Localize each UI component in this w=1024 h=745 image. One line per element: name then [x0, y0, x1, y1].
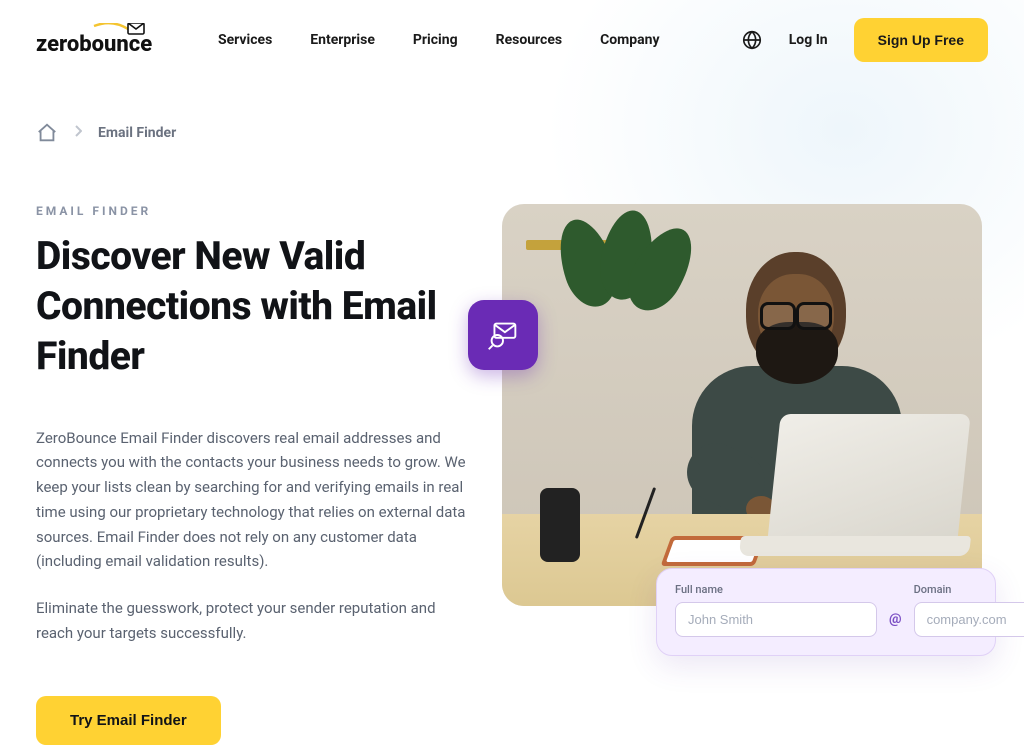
fullname-label: Full name — [675, 583, 877, 596]
globe-icon[interactable] — [741, 29, 763, 51]
svg-text:zerobounce: zerobounce — [36, 32, 152, 57]
signup-button[interactable]: Sign Up Free — [854, 18, 988, 62]
email-finder-card: Full name @ Domain — [656, 568, 996, 656]
breadcrumb-current: Email Finder — [98, 125, 176, 141]
fullname-field: Full name — [675, 583, 877, 637]
page-title: Discover New Valid Connections with Emai… — [36, 232, 466, 382]
nav-company[interactable]: Company — [600, 32, 659, 48]
hero-visual: Full name @ Domain — [502, 204, 988, 606]
site-header: zerobounce Services Enterprise Pricing R… — [0, 0, 1024, 80]
header-actions: Log In Sign Up Free — [741, 18, 988, 62]
at-separator: @ — [889, 611, 902, 637]
breadcrumb: Email Finder — [0, 80, 1024, 144]
hero-image — [502, 204, 982, 606]
home-icon[interactable] — [36, 122, 58, 144]
nav-services[interactable]: Services — [218, 32, 272, 48]
main-content: EMAIL FINDER Discover New Valid Connecti… — [0, 144, 1024, 745]
login-link[interactable]: Log In — [789, 32, 828, 48]
hero-copy: EMAIL FINDER Discover New Valid Connecti… — [36, 204, 466, 745]
hero-body: ZeroBounce Email Finder discovers real e… — [36, 426, 466, 646]
brand-text-1: zero — [36, 32, 79, 57]
domain-field: Domain — [914, 583, 1024, 637]
try-email-finder-button[interactable]: Try Email Finder — [36, 696, 221, 745]
hero-eyebrow: EMAIL FINDER — [36, 204, 466, 218]
hero-paragraph-2: Eliminate the guesswork, protect your se… — [36, 596, 466, 646]
domain-label: Domain — [914, 583, 1024, 596]
brand-logo[interactable]: zerobounce — [36, 23, 170, 57]
domain-input[interactable] — [914, 602, 1024, 637]
hero-paragraph-1: ZeroBounce Email Finder discovers real e… — [36, 426, 466, 575]
nav-pricing[interactable]: Pricing — [413, 32, 458, 48]
nav-enterprise[interactable]: Enterprise — [310, 32, 375, 48]
email-finder-icon — [468, 300, 538, 370]
nav-resources[interactable]: Resources — [496, 32, 563, 48]
fullname-input[interactable] — [675, 602, 877, 637]
primary-nav: Services Enterprise Pricing Resources Co… — [218, 32, 660, 48]
brand-text-2: bounce — [79, 32, 152, 57]
chevron-right-icon — [74, 125, 82, 141]
